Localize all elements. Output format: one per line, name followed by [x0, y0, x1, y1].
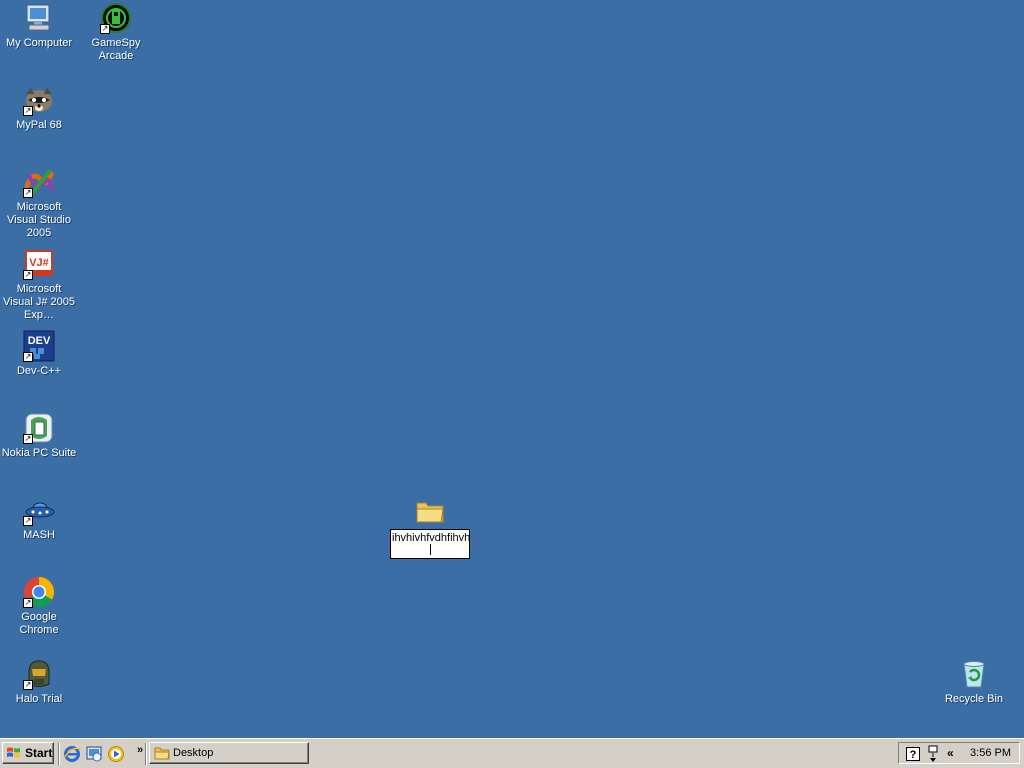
- help-icon[interactable]: ?: [905, 746, 921, 765]
- shortcut-arrow-icon: ↗: [23, 516, 33, 526]
- shortcut-arrow-icon: ↗: [23, 106, 33, 116]
- folder-icon: [154, 746, 170, 760]
- raccoon-icon: ↗: [23, 84, 55, 116]
- desktop-icon-label: Nokia PC Suite: [1, 447, 77, 459]
- quick-launch-overflow-button[interactable]: »: [137, 744, 143, 756]
- computer-icon: [23, 2, 55, 34]
- desktop-icon-nokia-pc-suite[interactable]: ↗ Nokia PC Suite: [0, 412, 78, 460]
- devcpp-icon: DEV ↗: [23, 330, 55, 362]
- taskbar-separator: [58, 743, 60, 765]
- desktop-icon-visual-studio[interactable]: ↗ Microsoft Visual Studio 2005: [0, 166, 78, 240]
- desktop-icon-visual-jsharp[interactable]: VJ# ↗ Microsoft Visual J# 2005 Exp…: [0, 248, 78, 322]
- desktop[interactable]: My Computer ↗ GameSpy Arcade ↗ MyPal 68 …: [0, 0, 1024, 738]
- desktop-icon-my-computer[interactable]: My Computer: [0, 2, 78, 50]
- network-icon[interactable]: [927, 745, 939, 766]
- ie-icon[interactable]: [63, 745, 81, 763]
- desktop-icon-recycle-bin[interactable]: Recycle Bin: [935, 658, 1013, 706]
- desktop-icon-label: GameSpy Arcade: [91, 37, 141, 62]
- shortcut-arrow-icon: ↗: [100, 24, 110, 34]
- desktop-icon-label: My Computer: [5, 37, 73, 49]
- system-tray: ? « 3:56 PM: [898, 742, 1020, 764]
- folder-icon: [414, 497, 446, 525]
- shortcut-arrow-icon: ↗: [23, 598, 33, 608]
- desktop-icon-label: Recycle Bin: [944, 693, 1004, 705]
- desktop-icon-label: Microsoft Visual Studio 2005: [6, 201, 71, 239]
- chrome-icon: ↗: [23, 576, 55, 608]
- ufo-icon: ↗: [23, 494, 55, 526]
- media-player-icon[interactable]: [107, 745, 125, 763]
- halo-icon: ↗: [23, 658, 55, 690]
- visual-studio-icon: ↗: [23, 166, 55, 198]
- shortcut-arrow-icon: ↗: [23, 188, 33, 198]
- windows-logo-icon: [6, 746, 22, 760]
- nokia-icon: ↗: [23, 412, 55, 444]
- desktop-icon-label: Google Chrome: [19, 611, 59, 636]
- folder-name-input[interactable]: ihvhivhfvdhfihvhh: [390, 529, 470, 559]
- recycle-bin-icon: [958, 658, 990, 690]
- shortcut-arrow-icon: ↗: [23, 434, 33, 444]
- desktop-icon-label: MASH: [23, 529, 55, 541]
- taskbar: Start » Desktop ? « 3:56 PM: [0, 738, 1024, 768]
- desktop-icon-label: Dev-C++: [16, 365, 62, 377]
- desktop-icon-label: Halo Trial: [15, 693, 63, 705]
- text-caret: [429, 544, 431, 555]
- shortcut-arrow-icon: ↗: [23, 680, 33, 690]
- desktop-icon-label: Microsoft Visual J# 2005 Exp…: [3, 283, 75, 321]
- vjsharp-icon: VJ# ↗: [23, 248, 55, 280]
- start-button[interactable]: Start: [2, 742, 54, 764]
- taskbar-button-desktop[interactable]: Desktop: [149, 742, 309, 764]
- taskbar-separator: [145, 743, 147, 765]
- desktop-icon-halo-trial[interactable]: ↗ Halo Trial: [0, 658, 78, 706]
- start-label: Start: [25, 746, 53, 760]
- desktop-icon-devcpp[interactable]: DEV ↗ Dev-C++: [0, 330, 78, 378]
- svg-text:DEV: DEV: [28, 335, 51, 347]
- show-desktop-icon[interactable]: [85, 745, 103, 763]
- svg-text:VJ#: VJ#: [29, 257, 49, 269]
- expand-tray-button[interactable]: «: [947, 746, 954, 760]
- taskbar-button-label: Desktop: [173, 747, 214, 759]
- clock[interactable]: 3:56 PM: [970, 747, 1011, 759]
- svg-text:?: ?: [910, 749, 917, 761]
- shortcut-arrow-icon: ↗: [23, 352, 33, 362]
- renaming-folder[interactable]: ihvhivhfvdhfihvhh: [390, 497, 470, 559]
- desktop-icon-mypal[interactable]: ↗ MyPal 68: [0, 84, 78, 132]
- shortcut-arrow-icon: ↗: [23, 270, 33, 280]
- gamespy-icon: ↗: [100, 2, 132, 34]
- desktop-icon-google-chrome[interactable]: ↗ Google Chrome: [0, 576, 78, 637]
- desktop-icon-gamespy-arcade[interactable]: ↗ GameSpy Arcade: [77, 2, 155, 63]
- desktop-icon-label: MyPal 68: [16, 119, 62, 131]
- desktop-icon-mash[interactable]: ↗ MASH: [0, 494, 78, 542]
